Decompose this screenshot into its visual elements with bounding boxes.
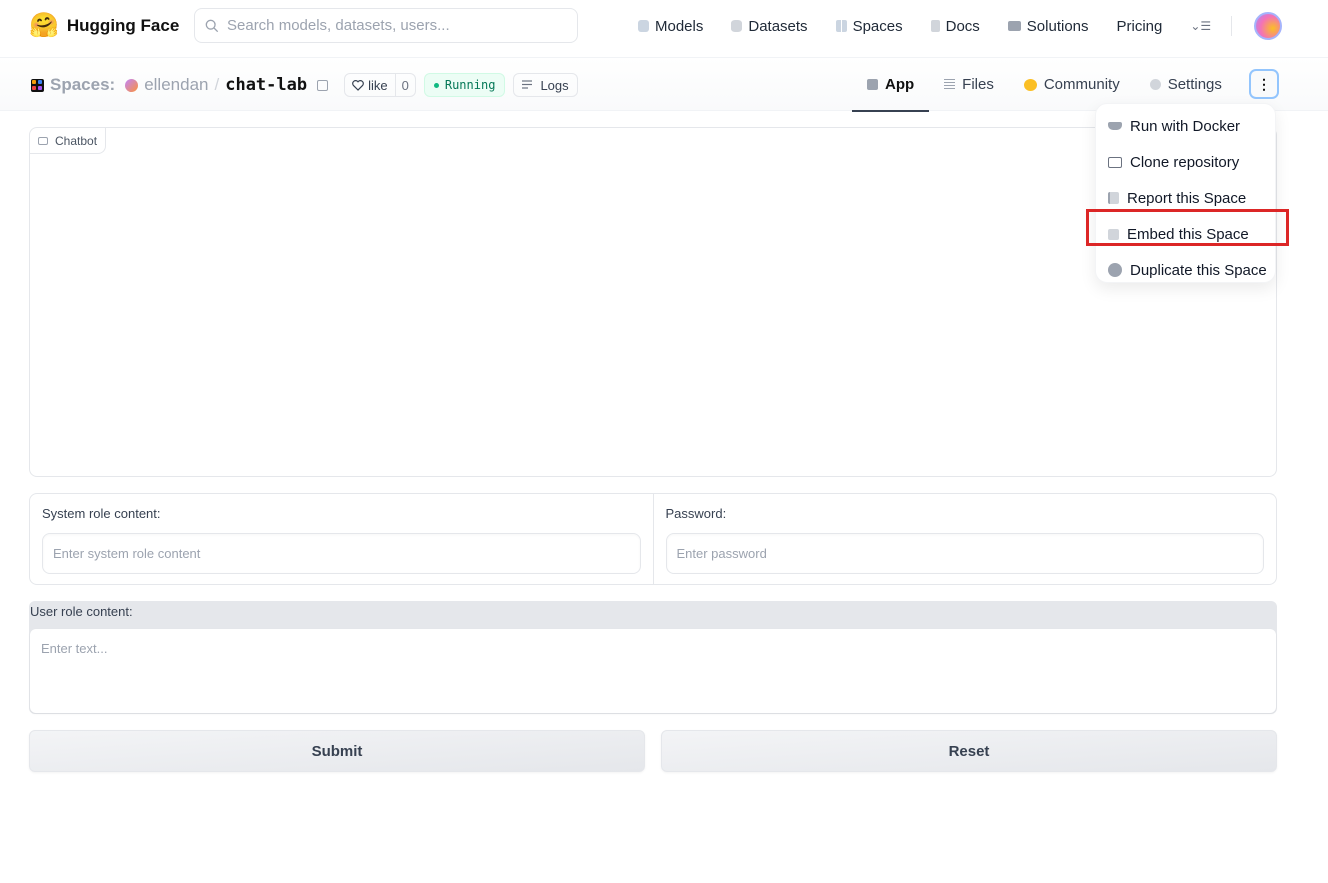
hugging-face-logo-icon: 🤗 xyxy=(29,12,59,39)
status-badge[interactable]: Running xyxy=(423,73,506,97)
nav-divider xyxy=(1231,16,1233,36)
nav-solutions[interactable]: Solutions xyxy=(1007,17,1089,35)
more-options-button[interactable]: ⋮ xyxy=(1249,69,1279,99)
nav-docs[interactable]: Docs xyxy=(930,17,980,35)
briefcase-icon xyxy=(1007,21,1021,31)
tab-settings-label: Settings xyxy=(1167,76,1222,93)
files-icon xyxy=(944,79,956,90)
like-button[interactable]: like 0 xyxy=(344,73,416,97)
menu-item-embed-space[interactable]: Embed this Space xyxy=(1096,216,1275,252)
chatbot-label-text: Chatbot xyxy=(55,133,98,148)
nav-solutions-label: Solutions xyxy=(1026,17,1089,35)
spaces-breadcrumb-link[interactable]: Spaces: xyxy=(50,75,115,95)
tab-app-label: App xyxy=(885,76,915,93)
menu-item-report-space[interactable]: Report this Space xyxy=(1096,180,1275,216)
docker-icon xyxy=(1108,122,1122,130)
like-count: 0 xyxy=(394,74,415,96)
gear-icon xyxy=(1149,79,1161,90)
status-dot-icon xyxy=(433,82,439,88)
system-role-label: System role content: xyxy=(42,506,161,521)
chatbot-label: Chatbot xyxy=(30,128,107,154)
tab-files[interactable]: Files xyxy=(929,58,1009,111)
user-avatar[interactable] xyxy=(1254,12,1283,40)
password-field: Password: xyxy=(652,494,1277,584)
settings-row: System role content: Password: xyxy=(29,493,1277,585)
brand-name: Hugging Face xyxy=(66,16,180,35)
search-box[interactable] xyxy=(194,8,578,43)
heart-icon xyxy=(352,79,364,91)
system-role-input[interactable] xyxy=(42,533,641,574)
search-icon xyxy=(205,19,219,32)
reset-button[interactable]: Reset xyxy=(661,730,1277,772)
nav-pricing-label: Pricing xyxy=(1116,17,1163,35)
menu-item-label: Clone repository xyxy=(1130,153,1240,171)
chat-icon xyxy=(38,136,48,145)
grid-icon xyxy=(835,20,847,32)
copy-icon[interactable] xyxy=(317,79,329,91)
status-text: Running xyxy=(444,78,496,92)
document-icon xyxy=(930,20,940,32)
menu-item-label: Run with Docker xyxy=(1130,117,1241,135)
system-role-field: System role content: xyxy=(30,494,653,584)
duplicate-icon xyxy=(1108,263,1122,277)
nav-spaces-label: Spaces xyxy=(852,17,903,35)
top-navbar: 🤗 Hugging Face Models Datasets Spaces Do… xyxy=(0,0,1328,58)
spaces-icon xyxy=(31,78,44,92)
menu-item-run-with-docker[interactable]: Run with Docker xyxy=(1096,108,1275,144)
nav-datasets-label: Datasets xyxy=(748,17,808,35)
user-role-field: User role content: xyxy=(29,601,1277,714)
menu-item-clone-repository[interactable]: Clone repository xyxy=(1096,144,1275,180)
more-menu-icon[interactable]: ⌄☰ xyxy=(1190,19,1211,33)
tab-app[interactable]: App xyxy=(852,58,930,112)
password-input[interactable] xyxy=(665,533,1264,574)
menu-item-label: Embed this Space xyxy=(1127,225,1249,243)
user-role-textarea[interactable] xyxy=(30,629,1276,713)
menu-item-label: Report this Space xyxy=(1127,189,1247,207)
chatbot-panel: Chatbot xyxy=(29,127,1277,477)
logo-link[interactable]: 🤗 Hugging Face xyxy=(29,12,179,40)
like-label: like xyxy=(368,77,388,93)
owner-link[interactable]: ellendan xyxy=(144,75,208,95)
nav-models-label: Models xyxy=(655,17,704,35)
user-role-label: User role content: xyxy=(30,604,133,619)
main-nav: Models Datasets Spaces Docs Solutions Pr… xyxy=(638,0,1283,52)
tab-files-label: Files xyxy=(962,76,994,93)
owner-avatar xyxy=(125,78,139,92)
cube-icon xyxy=(638,20,649,32)
like-toggle[interactable]: like xyxy=(345,74,395,96)
breadcrumb: Spaces: ellendan / chat-lab like 0 Runni… xyxy=(31,73,578,97)
submit-button[interactable]: Submit xyxy=(29,730,645,772)
clap-icon xyxy=(1023,78,1037,91)
logs-button[interactable]: Logs xyxy=(513,73,578,97)
logs-icon xyxy=(522,80,533,89)
password-label: Password: xyxy=(665,506,727,521)
repo-name-link[interactable]: chat-lab xyxy=(225,75,307,95)
embed-icon xyxy=(1108,228,1119,240)
breadcrumb-separator: / xyxy=(214,75,220,94)
space-options-menu: Run with Docker Clone repository Report … xyxy=(1095,103,1276,283)
nav-models[interactable]: Models xyxy=(638,18,703,35)
menu-item-label: Duplicate this Space xyxy=(1130,261,1267,279)
flag-icon xyxy=(1108,192,1119,204)
menu-item-duplicate-space[interactable]: Duplicate this Space xyxy=(1096,252,1275,288)
nav-pricing[interactable]: Pricing xyxy=(1117,18,1163,35)
nav-docs-label: Docs xyxy=(945,17,980,35)
database-icon xyxy=(731,20,743,32)
tab-community-label: Community xyxy=(1043,76,1120,93)
cube-icon xyxy=(867,79,878,90)
search-input[interactable] xyxy=(227,17,557,34)
nav-datasets[interactable]: Datasets xyxy=(731,17,808,35)
terminal-icon xyxy=(1108,156,1122,168)
logs-label: Logs xyxy=(540,77,569,93)
nav-spaces[interactable]: Spaces xyxy=(835,17,903,35)
